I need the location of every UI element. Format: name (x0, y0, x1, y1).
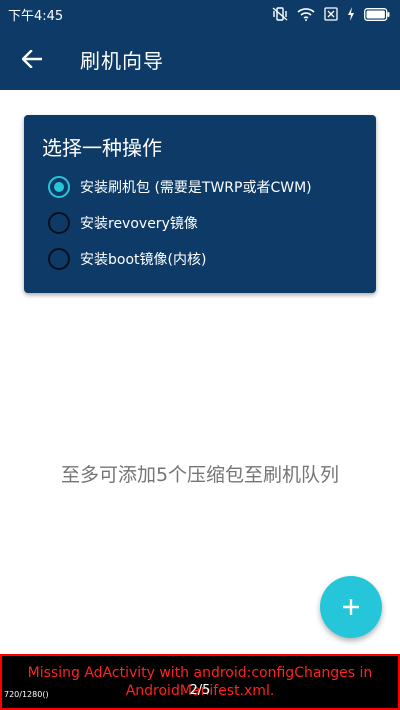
radio-install-boot[interactable] (48, 248, 70, 270)
arrow-back-icon (22, 50, 42, 68)
operation-card: 选择一种操作 安装刷机包 (需要是TWRP或者CWM) 安装revovery镜像… (24, 115, 376, 293)
plus-icon (343, 599, 359, 615)
status-time: 下午4:45 (8, 8, 64, 24)
option-install-zip[interactable]: 安装刷机包 (需要是TWRP或者CWM) (48, 169, 358, 205)
ad-banner[interactable]: Missing AdActivity with android:configCh… (0, 654, 400, 710)
status-bar: 下午4:45 (0, 0, 400, 28)
ad-page-indicator: 2/5 (189, 683, 211, 698)
radio-install-zip[interactable] (48, 176, 70, 198)
option-install-boot[interactable]: 安装boot镜像(内核) (48, 241, 358, 277)
wifi-icon (297, 8, 315, 21)
back-button[interactable] (0, 28, 64, 90)
app-title: 刷机向导 (80, 48, 164, 73)
charging-icon (348, 7, 354, 21)
card-title: 选择一种操作 (42, 136, 162, 160)
sim-card-icon (324, 7, 338, 21)
add-package-button[interactable] (320, 576, 382, 638)
option-label: 安装boot镜像(内核) (80, 252, 207, 268)
radio-install-recovery[interactable] (48, 212, 70, 234)
option-install-recovery[interactable]: 安装revovery镜像 (48, 205, 358, 241)
option-label: 安装revovery镜像 (80, 216, 198, 232)
status-icons (272, 7, 390, 21)
vibrate-icon (272, 7, 288, 21)
option-label: 安装刷机包 (需要是TWRP或者CWM) (80, 180, 312, 196)
empty-queue-hint: 至多可添加5个压缩包至刷机队列 (60, 464, 340, 486)
app-bar: 刷机向导 (0, 28, 400, 90)
battery-icon (364, 7, 390, 21)
